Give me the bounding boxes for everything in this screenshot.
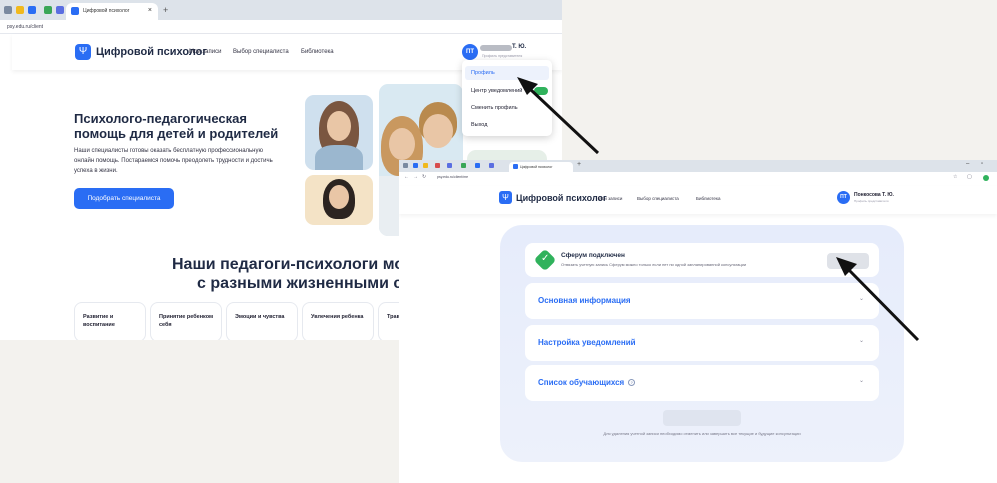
annotation-arrows: [517, 77, 920, 342]
arrow-to-unlink-button: [836, 257, 920, 342]
arrow-to-profile-menu: [517, 77, 600, 155]
